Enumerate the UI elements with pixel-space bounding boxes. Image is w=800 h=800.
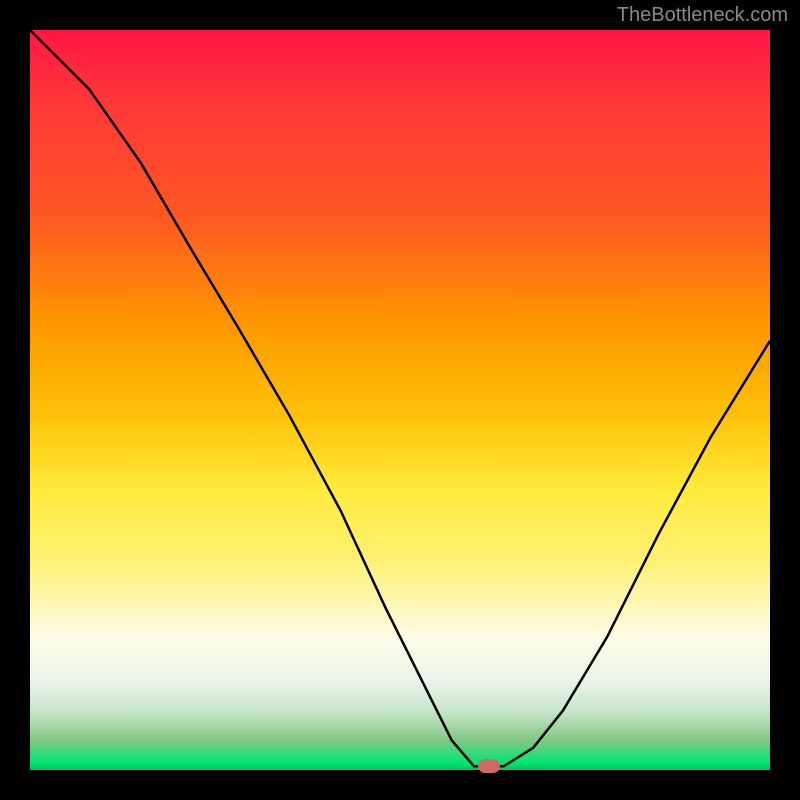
optimal-point-marker: [478, 759, 500, 773]
chart-plot-area: [30, 30, 770, 770]
curve-line: [30, 30, 770, 770]
attribution-text: TheBottleneck.com: [617, 4, 788, 27]
